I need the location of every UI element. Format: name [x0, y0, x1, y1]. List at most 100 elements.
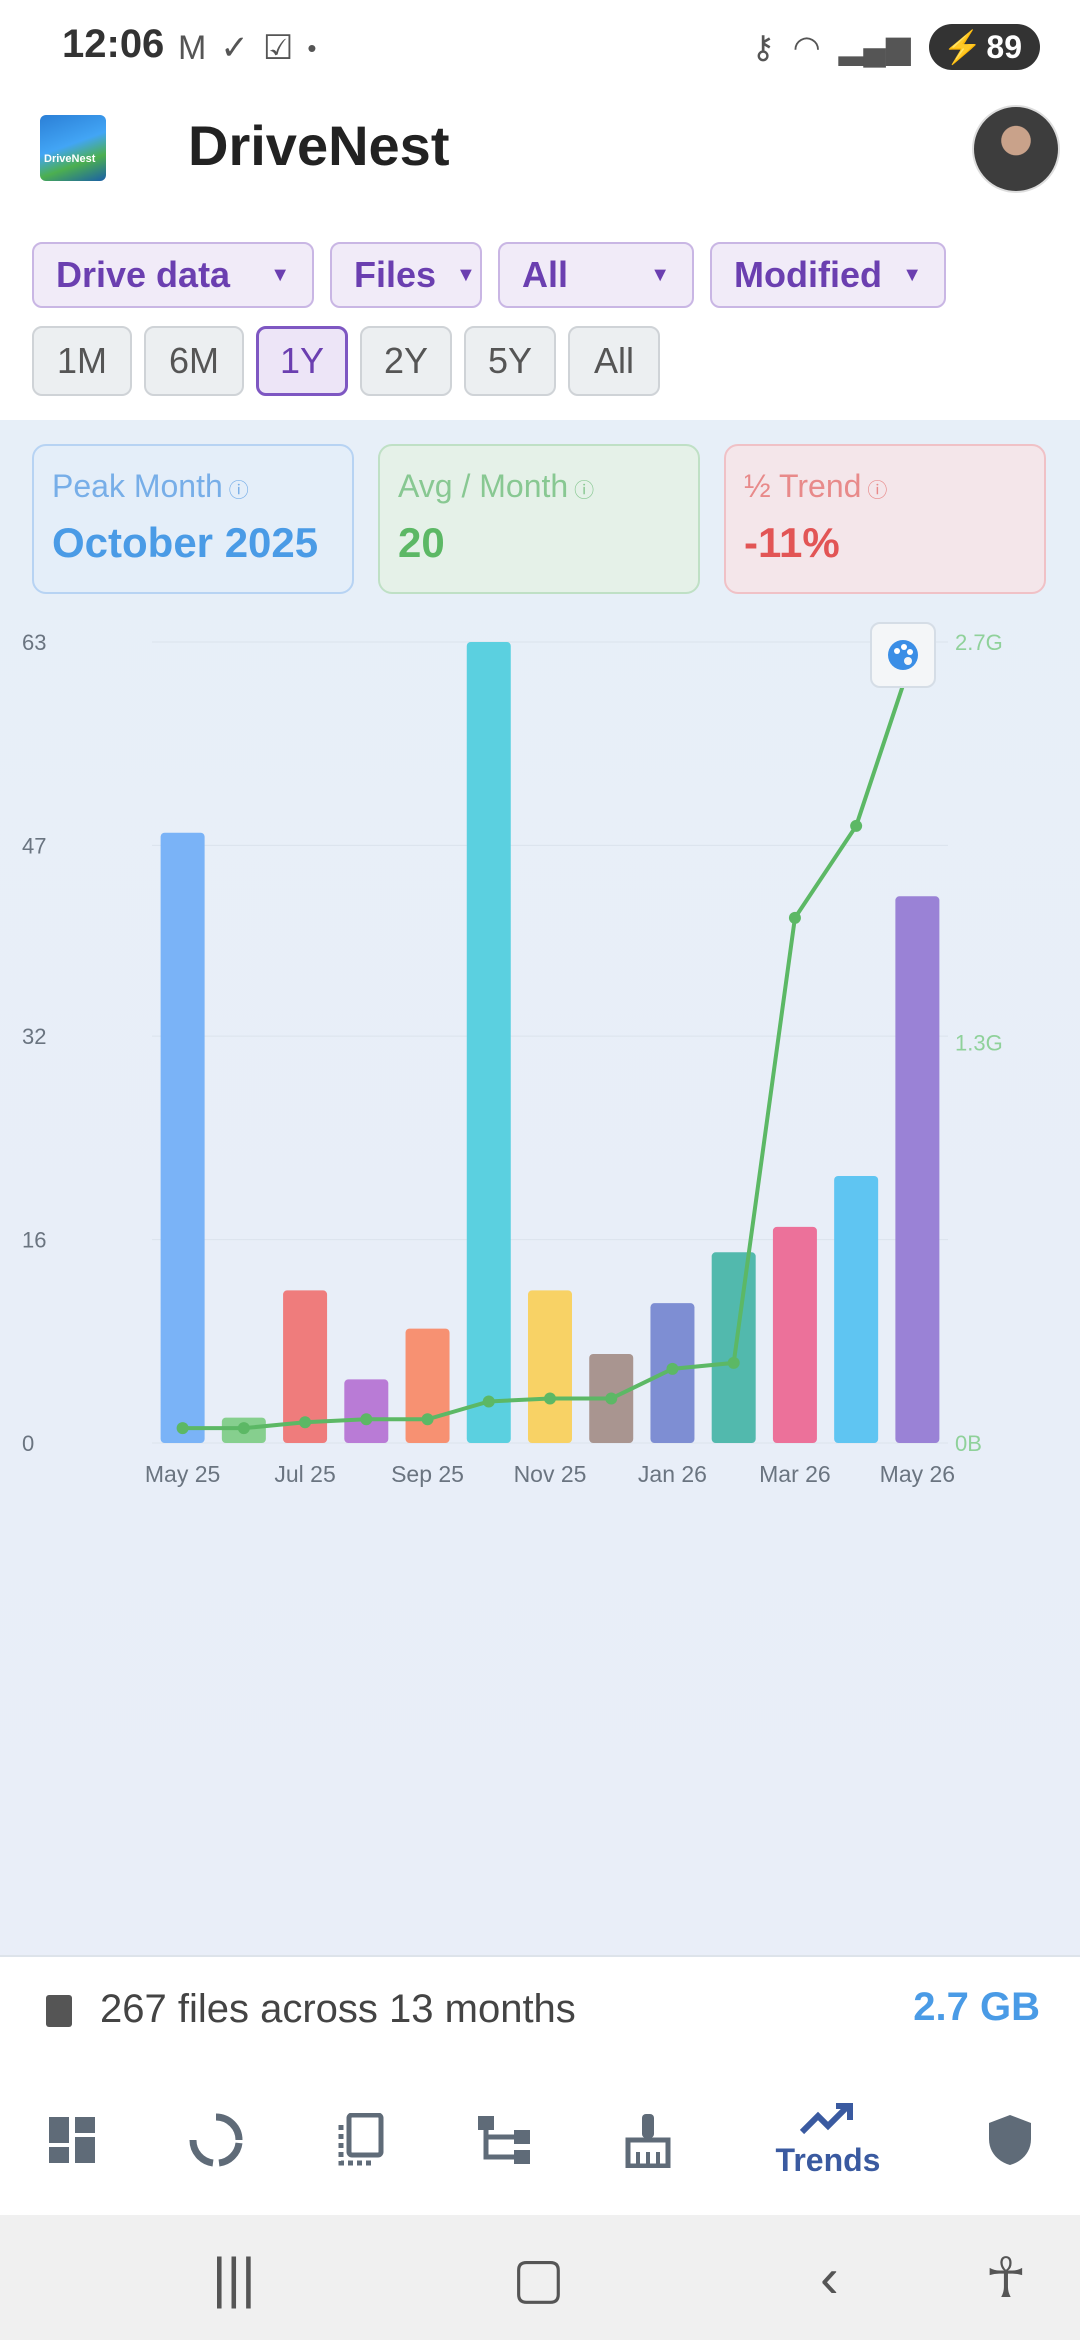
- x-tick-label: Nov 25: [514, 1461, 587, 1487]
- bar: [160, 832, 205, 1443]
- x-tick-label: Jul 25: [274, 1461, 335, 1487]
- nav-duplicates[interactable]: [330, 2065, 390, 2215]
- trend-point: [482, 1395, 495, 1408]
- drive-data-dropdown[interactable]: Drive data ▼: [32, 242, 314, 308]
- nav-security[interactable]: [980, 2065, 1040, 2215]
- info-icon: ⓘ: [867, 480, 888, 502]
- y-tick-label: 47: [22, 833, 46, 858]
- x-tick-label: May 26: [880, 1461, 955, 1487]
- trend-point: [360, 1413, 373, 1426]
- palette-icon: [888, 640, 918, 670]
- bar: [772, 1226, 817, 1443]
- range-all-button[interactable]: All: [568, 326, 660, 396]
- date-type-dropdown[interactable]: Modified ▼: [710, 242, 946, 308]
- chevron-down-icon: ▼: [270, 263, 290, 286]
- tree-icon: [478, 2116, 530, 2164]
- y-tick-label: 0: [22, 1431, 34, 1456]
- trend-point: [176, 1422, 189, 1435]
- dropdown-label: Modified: [734, 254, 882, 295]
- checkbox-icon: ☑: [262, 29, 294, 67]
- range-1m-button[interactable]: 1M: [32, 326, 132, 396]
- chevron-down-icon: ▼: [902, 263, 922, 286]
- peak-month-card[interactable]: Peak Month ⓘ October 2025: [32, 444, 354, 594]
- trend-point: [727, 1356, 740, 1369]
- app-bar: DriveNest DriveNest: [0, 95, 1080, 235]
- bar: [895, 896, 940, 1443]
- range-1y-button[interactable]: 1Y: [256, 326, 348, 396]
- nav-cleanup[interactable]: [618, 2065, 678, 2215]
- dropdown-label: Drive data: [56, 254, 231, 295]
- x-tick-label: Jan 26: [638, 1461, 707, 1487]
- range-6m-button[interactable]: 6M: [144, 326, 244, 396]
- app-title: DriveNest: [188, 114, 450, 177]
- y-tick-label: 32: [22, 1024, 46, 1049]
- accessibility-icon[interactable]: ☥: [985, 2245, 1027, 2311]
- system-nav-bar: ||| ▢ ‹ ☥: [0, 2215, 1080, 2340]
- dropdown-label: All: [522, 254, 569, 295]
- gmail-icon: M: [178, 29, 207, 67]
- info-icon: ⓘ: [574, 480, 595, 502]
- nav-trends[interactable]: Trends: [768, 2065, 888, 2215]
- summary-text: 267 files across 13 months: [100, 1987, 576, 2031]
- wifi-icon: ◠: [792, 29, 821, 65]
- bar: [834, 1176, 879, 1443]
- battery-level: 89: [986, 28, 1022, 65]
- nav-structure[interactable]: [474, 2065, 534, 2215]
- trend-point: [850, 819, 863, 832]
- avatar[interactable]: [972, 105, 1060, 193]
- nav-sync[interactable]: [186, 2065, 246, 2215]
- y2-tick-label: 2.7G: [955, 630, 1003, 655]
- home-icon[interactable]: ▢: [512, 2245, 565, 2311]
- bar: [466, 642, 511, 1443]
- trends-icon: [800, 2102, 853, 2134]
- copy-icon: [338, 2113, 384, 2166]
- color-palette-button[interactable]: [870, 622, 936, 688]
- x-tick-label: Mar 26: [759, 1461, 831, 1487]
- bar: [405, 1328, 450, 1443]
- y-tick-label: 63: [22, 630, 46, 655]
- x-tick-label: May 25: [145, 1461, 220, 1487]
- bottom-nav: Trends: [0, 2065, 1080, 2215]
- trend-point: [666, 1362, 679, 1375]
- key-icon: ⚷: [751, 29, 775, 65]
- battery-indicator: ⚡ 89: [928, 24, 1040, 70]
- avg-month-card[interactable]: Avg / Month ⓘ 20: [378, 444, 700, 594]
- back-icon[interactable]: ‹: [820, 2245, 839, 2310]
- trend-point: [299, 1416, 312, 1429]
- range-2y-button[interactable]: 2Y: [360, 326, 452, 396]
- y2-tick-label: 0B: [955, 1431, 982, 1456]
- recents-icon[interactable]: |||: [212, 2245, 256, 2310]
- trend-point: [237, 1422, 250, 1435]
- scope-dropdown[interactable]: All ▼: [498, 242, 694, 308]
- chevron-down-icon: ▼: [650, 263, 670, 286]
- app-logo: DriveNest: [40, 115, 106, 181]
- bar: [528, 1290, 572, 1443]
- half-trend-card[interactable]: ½ Trend ⓘ -11%: [724, 444, 1046, 594]
- trends-chart: 0 16 32 47 63 0B 1.3G 2.7G May 25 Jul 25 Sep 25 Nov…: [22, 630, 1003, 1487]
- broom-icon: [625, 2114, 671, 2168]
- files-dropdown[interactable]: Files ▼: [330, 242, 482, 308]
- logo-text: DriveNest: [44, 153, 96, 165]
- range-selector: 1M 6M 1Y 2Y 5Y All: [32, 326, 660, 396]
- total-size: 2.7 GB: [913, 1985, 1040, 2029]
- file-icon: [46, 1995, 72, 2027]
- shield-icon: [989, 2115, 1031, 2165]
- nav-trends-label: Trends: [775, 2141, 881, 2178]
- info-icon: ⓘ: [228, 480, 249, 502]
- sync-icon: [189, 2113, 243, 2167]
- trend-point: [544, 1392, 556, 1405]
- signal-icon: ▂▄▆: [838, 29, 911, 65]
- dropdown-label: Files: [354, 254, 437, 295]
- dot-icon: •: [307, 33, 317, 63]
- stat-label: ½ Trend: [744, 468, 862, 504]
- nav-dashboard[interactable]: [42, 2065, 102, 2215]
- stat-value: October 2025: [52, 519, 319, 566]
- bar: [711, 1252, 756, 1443]
- dashboard-icon: [49, 2117, 95, 2163]
- range-5y-button[interactable]: 5Y: [464, 326, 556, 396]
- y-tick-label: 16: [22, 1228, 46, 1253]
- stat-label: Avg / Month: [398, 468, 569, 504]
- bolt-icon: ⚡: [942, 29, 983, 65]
- trend-point: [421, 1413, 434, 1426]
- status-bar: 12:06 M ✓ ☑ • ⚷ ◠ ▂▄▆ ⚡ 89: [0, 0, 1080, 95]
